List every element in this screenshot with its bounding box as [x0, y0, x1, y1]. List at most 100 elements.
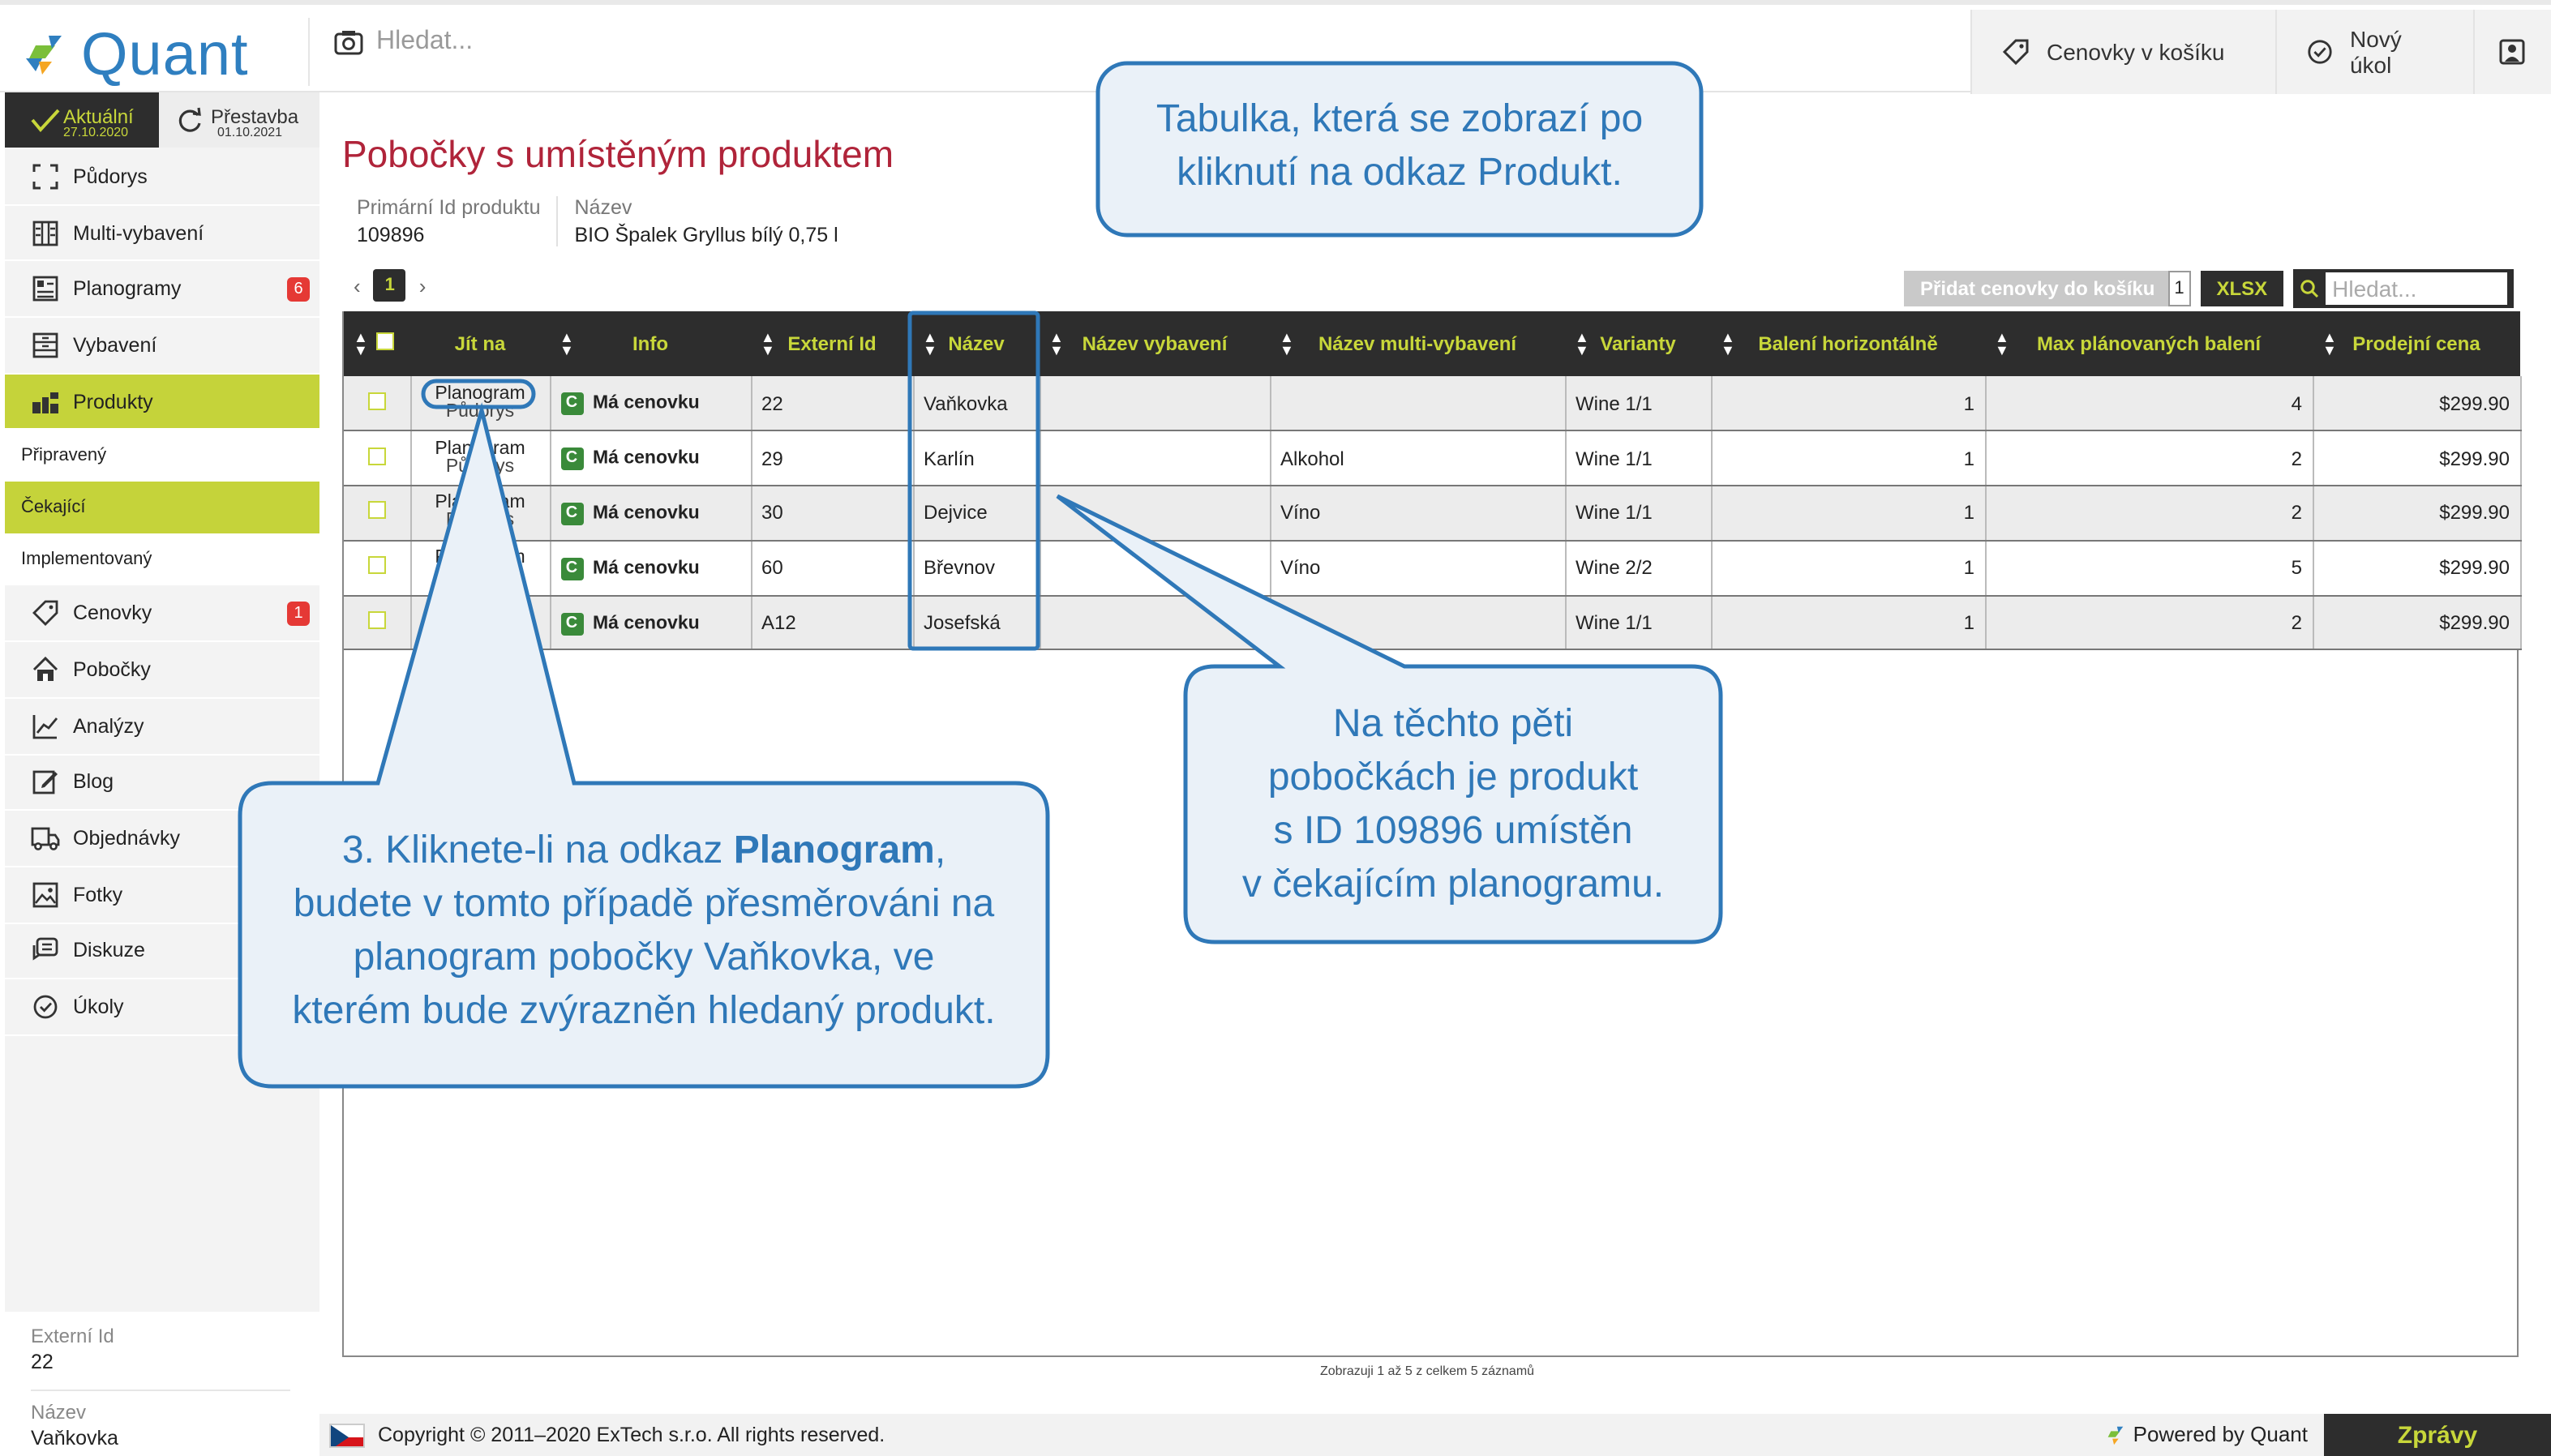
- sidebar-subitem-implemented[interactable]: Implementovaný: [5, 533, 319, 586]
- callout-line: kliknutí na odkaz Produkt.: [1177, 151, 1623, 195]
- info-cell: C Má cenovku: [550, 430, 752, 487]
- col-header-name[interactable]: ▲ ▼ Název: [913, 311, 1040, 376]
- sidebar-item-label: Blog: [73, 770, 114, 794]
- row-checkbox[interactable]: [367, 501, 386, 520]
- table-search-input[interactable]: Hledat...: [2326, 272, 2508, 305]
- table-search[interactable]: Hledat...: [2293, 269, 2515, 308]
- prev-page-button[interactable]: ‹: [354, 273, 361, 298]
- select-all-header[interactable]: ▲ ▼: [344, 311, 410, 376]
- sidebar-item-equipment[interactable]: Vybavení: [5, 318, 319, 375]
- xlsx-export-button[interactable]: XLSX: [2200, 271, 2284, 306]
- col-header-label: Prodejní cena: [2352, 332, 2480, 355]
- sort-icon: ▲ ▼: [1721, 329, 1735, 358]
- table-row[interactable]: Planogram Půdorys C Má cenovku 30 Dejvice …: [344, 486, 2521, 542]
- sidebar-item-blog[interactable]: Blog: [5, 755, 319, 812]
- row-checkbox[interactable]: [367, 392, 386, 410]
- callout-line: Na těchto pěti: [1332, 702, 1574, 746]
- sidebar-item-label: Úkoly: [73, 996, 124, 1019]
- sidebar-item-stores[interactable]: Pobočky: [5, 642, 319, 699]
- planogram-icon: [31, 274, 60, 303]
- table-row[interactable]: Planogram Půdorys C Má cenovku 60 Břevnov …: [344, 540, 2521, 597]
- sidebar-item-analytics[interactable]: Analýzy: [5, 699, 319, 755]
- col-header-goto[interactable]: Jít na: [410, 311, 550, 376]
- mode-next[interactable]: Přestavba 01.10.2021: [159, 92, 319, 148]
- mode-current[interactable]: Aktuální 27.10.2020: [5, 92, 159, 148]
- row-select-cell: [344, 540, 411, 597]
- planogram-link[interactable]: Planogram: [421, 549, 539, 568]
- divider: [308, 18, 310, 86]
- price-tag-badge-icon: C: [560, 448, 583, 471]
- price-cell: $299.90: [2313, 540, 2521, 597]
- max-packages-cell: 2: [1985, 595, 2313, 651]
- planogram-link[interactable]: Planogram: [421, 604, 539, 623]
- camera-icon[interactable]: [334, 29, 363, 55]
- equipment-cell: [1040, 540, 1271, 597]
- add-tags-to-cart-button[interactable]: Přidat cenovky do košíku: [1904, 271, 2172, 306]
- table-row[interactable]: Planogram Půdorys C Má cenovku 22 Vaňkovka…: [344, 376, 2521, 432]
- callout-line: 3. Kliknete-li na odkaz Planogram,: [240, 824, 1048, 877]
- floorplan-link[interactable]: Půdorys: [421, 567, 539, 586]
- planogram-link[interactable]: Planogram: [421, 494, 539, 513]
- row-checkbox[interactable]: [367, 556, 386, 575]
- floorplan-link[interactable]: Půdorys: [421, 622, 539, 640]
- row-checkbox[interactable]: [367, 611, 386, 630]
- sidebar-item-products[interactable]: Produkty: [5, 374, 319, 430]
- select-all-checkbox[interactable]: [376, 332, 394, 350]
- variant-cell: Wine 2/2: [1565, 540, 1712, 597]
- cart-tags-button[interactable]: Cenovky v košíku: [1970, 10, 2275, 94]
- multi-equipment-cell: [1270, 376, 1566, 432]
- messages-button[interactable]: Zprávy: [2324, 1414, 2551, 1456]
- sidebar-item-multi-equipment[interactable]: Multi-vybavení: [5, 205, 319, 262]
- sidebar-item-floorplan[interactable]: Půdorys: [5, 149, 319, 206]
- sidebar-subitem-waiting[interactable]: Čekající: [5, 482, 319, 534]
- search-icon: [2300, 280, 2319, 298]
- ext-id-cell: 30: [751, 486, 914, 542]
- col-header-multi-equipment[interactable]: ▲ ▼ Název multi-vybavení: [1270, 311, 1565, 376]
- global-search-input[interactable]: Hledat...: [376, 28, 473, 57]
- product-name-label: Název: [574, 196, 632, 219]
- col-header-label: Externí Id: [787, 332, 877, 355]
- sidebar-subitem-prepared[interactable]: Připravený: [5, 430, 319, 482]
- info-text: Má cenovku: [593, 503, 700, 524]
- next-page-button[interactable]: ›: [419, 273, 427, 298]
- top-bar: Quant Hledat... Cenovky v košíku Nový úk…: [0, 0, 2551, 94]
- col-header-label: Jít na: [454, 332, 506, 355]
- product-meta: Primární Id produktu 109896 Název BIO Šp…: [357, 196, 855, 246]
- floorplan-icon: [31, 162, 60, 191]
- equipment-icon: [31, 331, 60, 360]
- col-header-variants[interactable]: ▲ ▼ Varianty: [1565, 311, 1711, 376]
- callout-line: budete v tomto případě přesměrováni na: [293, 882, 995, 926]
- sidebar-item-price-tags[interactable]: Cenovky 1: [5, 586, 319, 643]
- multi-equipment-cell: Víno: [1270, 486, 1566, 542]
- table-row[interactable]: Planogram Půdorys C Má cenovku A12 Josefsk…: [344, 595, 2521, 651]
- tag-quantity-input[interactable]: 1: [2167, 271, 2191, 306]
- col-header-ext-id[interactable]: ▲ ▼ Externí Id: [751, 311, 913, 376]
- sidebar-item-planograms[interactable]: Planogramy 6: [5, 262, 319, 319]
- horizontal-cell: 1: [1711, 595, 1986, 651]
- planogram-link[interactable]: Planogram: [421, 439, 539, 458]
- col-header-price[interactable]: ▲ ▼ Prodejní cena: [2313, 311, 2520, 376]
- planogram-link[interactable]: Planogram: [421, 384, 539, 403]
- goto-cell: Planogram Půdorys: [410, 376, 551, 432]
- floorplan-link[interactable]: Půdorys: [421, 512, 539, 531]
- table-row[interactable]: Planogram Půdorys C Má cenovku 29 Karlín A…: [344, 430, 2521, 487]
- goto-cell: Planogram Půdorys: [410, 540, 551, 597]
- ext-id-value: 22: [31, 1351, 54, 1373]
- page-button-current[interactable]: 1: [373, 269, 406, 302]
- col-header-info[interactable]: ▲ ▼ Info: [550, 311, 751, 376]
- col-header-max-packages[interactable]: ▲ ▼ Max plánovaných balení: [1985, 311, 2313, 376]
- col-header-horizontal[interactable]: ▲ ▼ Balení horizontálně: [1711, 311, 1985, 376]
- user-profile-button[interactable]: [2473, 10, 2551, 94]
- col-header-equipment[interactable]: ▲ ▼ Název vybavení: [1040, 311, 1270, 376]
- sidebar-item-label: Objednávky: [73, 827, 181, 850]
- floorplan-link[interactable]: Půdorys: [421, 402, 539, 421]
- logo[interactable]: Quant: [19, 21, 249, 86]
- floorplan-link[interactable]: Půdorys: [421, 457, 539, 476]
- powered-by: Powered by Quant: [2104, 1422, 2308, 1446]
- new-task-button[interactable]: Nový úkol: [2275, 10, 2473, 94]
- czech-flag-icon[interactable]: [329, 1423, 365, 1447]
- max-packages-cell: 4: [1985, 376, 2313, 432]
- row-checkbox[interactable]: [367, 447, 386, 465]
- global-search[interactable]: Hledat...: [334, 28, 1794, 57]
- col-header-label: Název vybavení: [1082, 332, 1228, 355]
